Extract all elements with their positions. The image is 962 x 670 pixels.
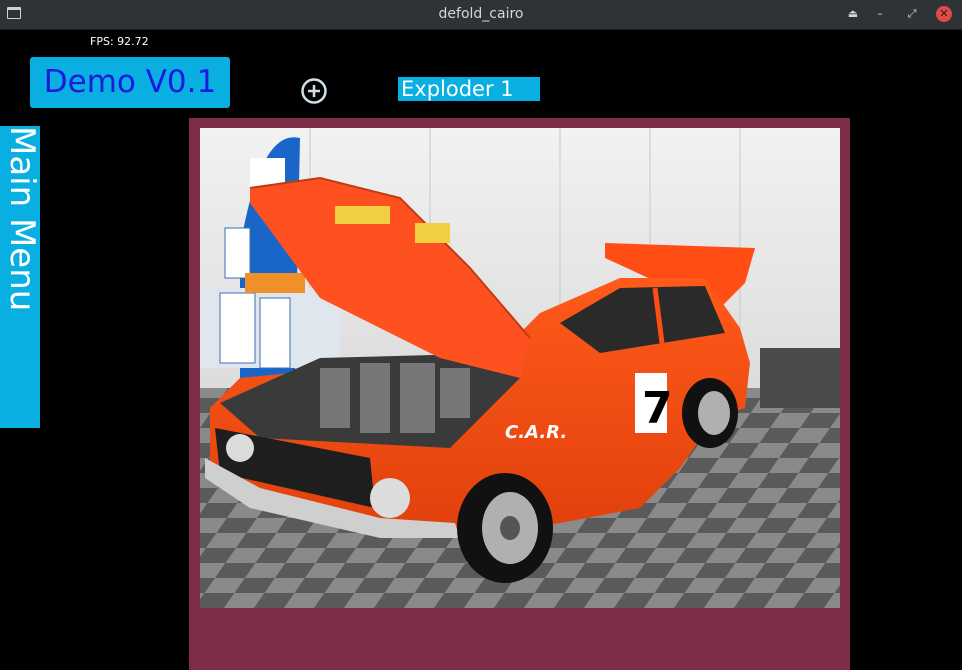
exploder-button[interactable]: Exploder 1 — [398, 77, 540, 101]
car-photo: 7 C.A.R. — [200, 128, 840, 608]
fps-counter: FPS: 92.72 — [90, 35, 149, 48]
maximize-icon[interactable]: ⤢ — [904, 6, 920, 22]
main-menu-label: Main Menu — [2, 126, 42, 312]
car-number: 7 — [642, 383, 673, 434]
minimize-icon[interactable]: – — [872, 6, 888, 22]
game-canvas[interactable]: FPS: 92.72 Demo V0.1 Exploder 1 Main Men… — [0, 30, 962, 670]
image-frame: 7 C.A.R. — [189, 118, 850, 670]
main-menu-button[interactable]: Main Menu — [0, 126, 42, 428]
plus-circle-icon[interactable] — [301, 78, 327, 104]
eject-icon[interactable]: ⏏ — [845, 6, 861, 22]
car-decal: C.A.R. — [505, 422, 567, 443]
window-titlebar: defold_cairo ⏏ – ⤢ ✕ — [0, 0, 962, 30]
window-title: defold_cairo — [438, 6, 524, 22]
close-icon[interactable]: ✕ — [936, 6, 952, 22]
demo-button[interactable]: Demo V0.1 — [30, 57, 230, 108]
